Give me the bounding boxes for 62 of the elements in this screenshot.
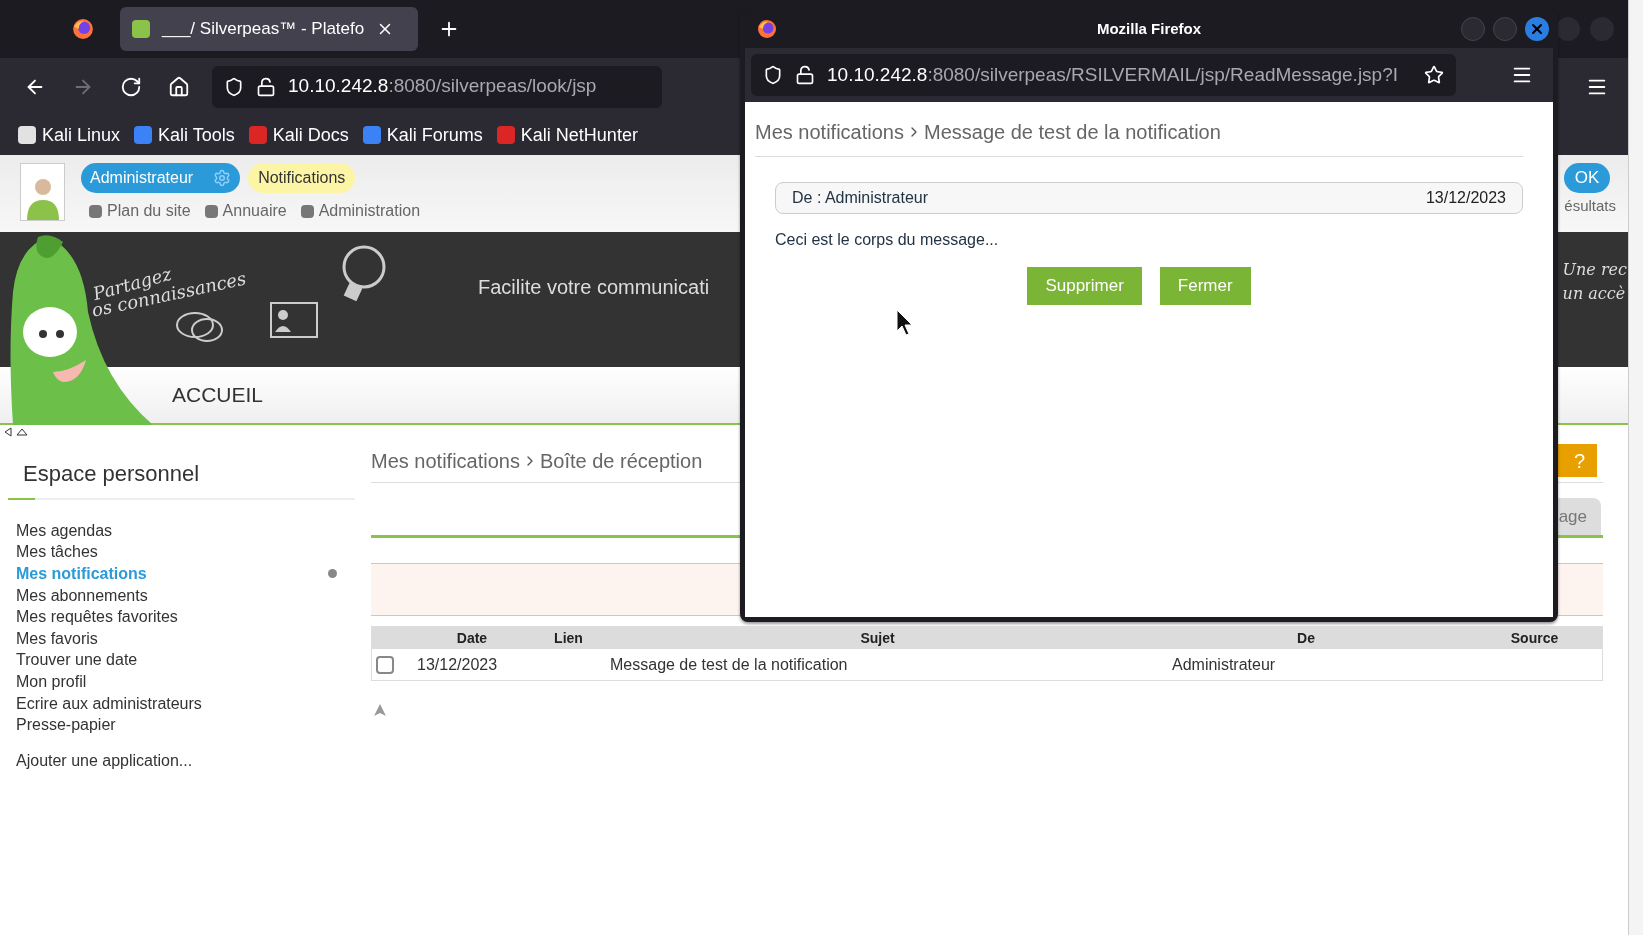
header-link[interactable]: Administration xyxy=(318,199,421,223)
table-cell-text: 13/12/2023 xyxy=(417,654,499,675)
column-header[interactable]: Date xyxy=(417,627,527,649)
close-button[interactable] xyxy=(1525,17,1549,41)
bookmark-link[interactable]: Kali Linux xyxy=(42,121,121,149)
breadcrumb-link[interactable]: Mes notifications xyxy=(755,116,904,147)
close-icon xyxy=(1529,21,1545,37)
sidebar-item[interactable]: Mes agendas xyxy=(16,518,113,543)
breadcrumb-current: Message de test de la notification xyxy=(923,119,1221,145)
sender-label: De : Administrateur xyxy=(792,188,929,208)
scroll-up-icon[interactable] xyxy=(373,703,387,717)
message-body: Ceci est le corps du message... xyxy=(775,230,1000,250)
bookmark-star-icon[interactable] xyxy=(1424,65,1444,85)
bookmark-link[interactable]: Kali Tools xyxy=(158,121,235,149)
shield-icon xyxy=(763,65,783,85)
bookmark-link[interactable]: Kali Docs xyxy=(272,121,349,149)
url-text: 10.10.242.8:8080/silverpeas/RSILVERMAIL/jsp/ReadMessage.jsp?I xyxy=(827,62,1399,87)
collapse-up-icon[interactable] xyxy=(16,428,28,436)
results-label: ésultats xyxy=(1564,196,1616,216)
address-bar[interactable]: 10.10.242.8:8080/silverpeas/RSILVERMAIL/jsp/ReadMessage.jsp?I xyxy=(751,54,1456,96)
message-date: 13/12/2023 xyxy=(1425,188,1506,208)
column-header[interactable]: Sujet xyxy=(610,627,1145,649)
cursor-icon xyxy=(896,309,914,337)
breadcrumb-link[interactable]: Mes notifications xyxy=(371,445,520,476)
shield-icon xyxy=(224,76,244,97)
slogan: un accè xyxy=(1562,283,1627,305)
home-icon[interactable] xyxy=(168,75,190,98)
browser-logo-icon xyxy=(757,19,777,39)
sidebar-item[interactable]: Mes abonnements xyxy=(16,583,148,608)
add-application-link[interactable]: Ajouter une application... xyxy=(16,748,355,773)
bookmark-link[interactable]: Kali NetHunter xyxy=(520,121,638,149)
site-favicon-icon xyxy=(132,20,150,38)
notifications-button[interactable]: Notifications xyxy=(248,163,356,193)
menu-tab[interactable]: ACCUEIL xyxy=(172,379,264,411)
address-bar[interactable]: 10.10.242.8:8080/silverpeas/look/jsp xyxy=(212,65,662,108)
header-link[interactable]: Plan du site xyxy=(107,199,191,223)
table-cell-text: Administrateur xyxy=(1171,654,1277,675)
breadcrumb-current: Boîte de réception xyxy=(539,448,703,474)
browser-tab[interactable]: ___/ Silverpeas™ - Platefo xyxy=(120,7,418,51)
reload-icon[interactable] xyxy=(120,75,142,98)
column-header[interactable]: De xyxy=(1145,627,1467,649)
tab-title: ___/ Silverpeas™ - Platefo xyxy=(162,18,365,41)
sidebar-item[interactable]: Presse-papier xyxy=(16,713,116,738)
row-checkbox[interactable] xyxy=(376,655,394,674)
header-link[interactable]: Annuaire xyxy=(222,199,287,223)
table-cell[interactable]: Message de test de la notification xyxy=(610,652,1145,677)
slogan: Une rec xyxy=(1562,259,1627,281)
sidebar-item[interactable]: Mes tâches xyxy=(16,540,98,565)
url-text: 10.10.242.8:8080/silverpeas/look/jsp xyxy=(288,74,597,99)
sidebar-item[interactable]: Ecrire aux administrateurs xyxy=(16,691,202,716)
lock-icon xyxy=(795,65,815,85)
lock-icon xyxy=(256,76,276,97)
id-card-icon xyxy=(270,302,318,338)
sidebar-title: Espace personnel xyxy=(22,460,201,488)
slogan: Facilite votre communicati xyxy=(478,275,710,300)
collapse-left-icon[interactable] xyxy=(4,427,12,437)
column-header[interactable]: Source xyxy=(1467,627,1602,649)
window-title: Mozilla Firefox xyxy=(1095,18,1203,39)
browser-logo-icon xyxy=(72,18,94,40)
scrollbar[interactable] xyxy=(1628,0,1643,935)
bookmark-link[interactable]: Kali Forums xyxy=(386,121,483,149)
column-header[interactable]: Lien xyxy=(527,627,610,649)
